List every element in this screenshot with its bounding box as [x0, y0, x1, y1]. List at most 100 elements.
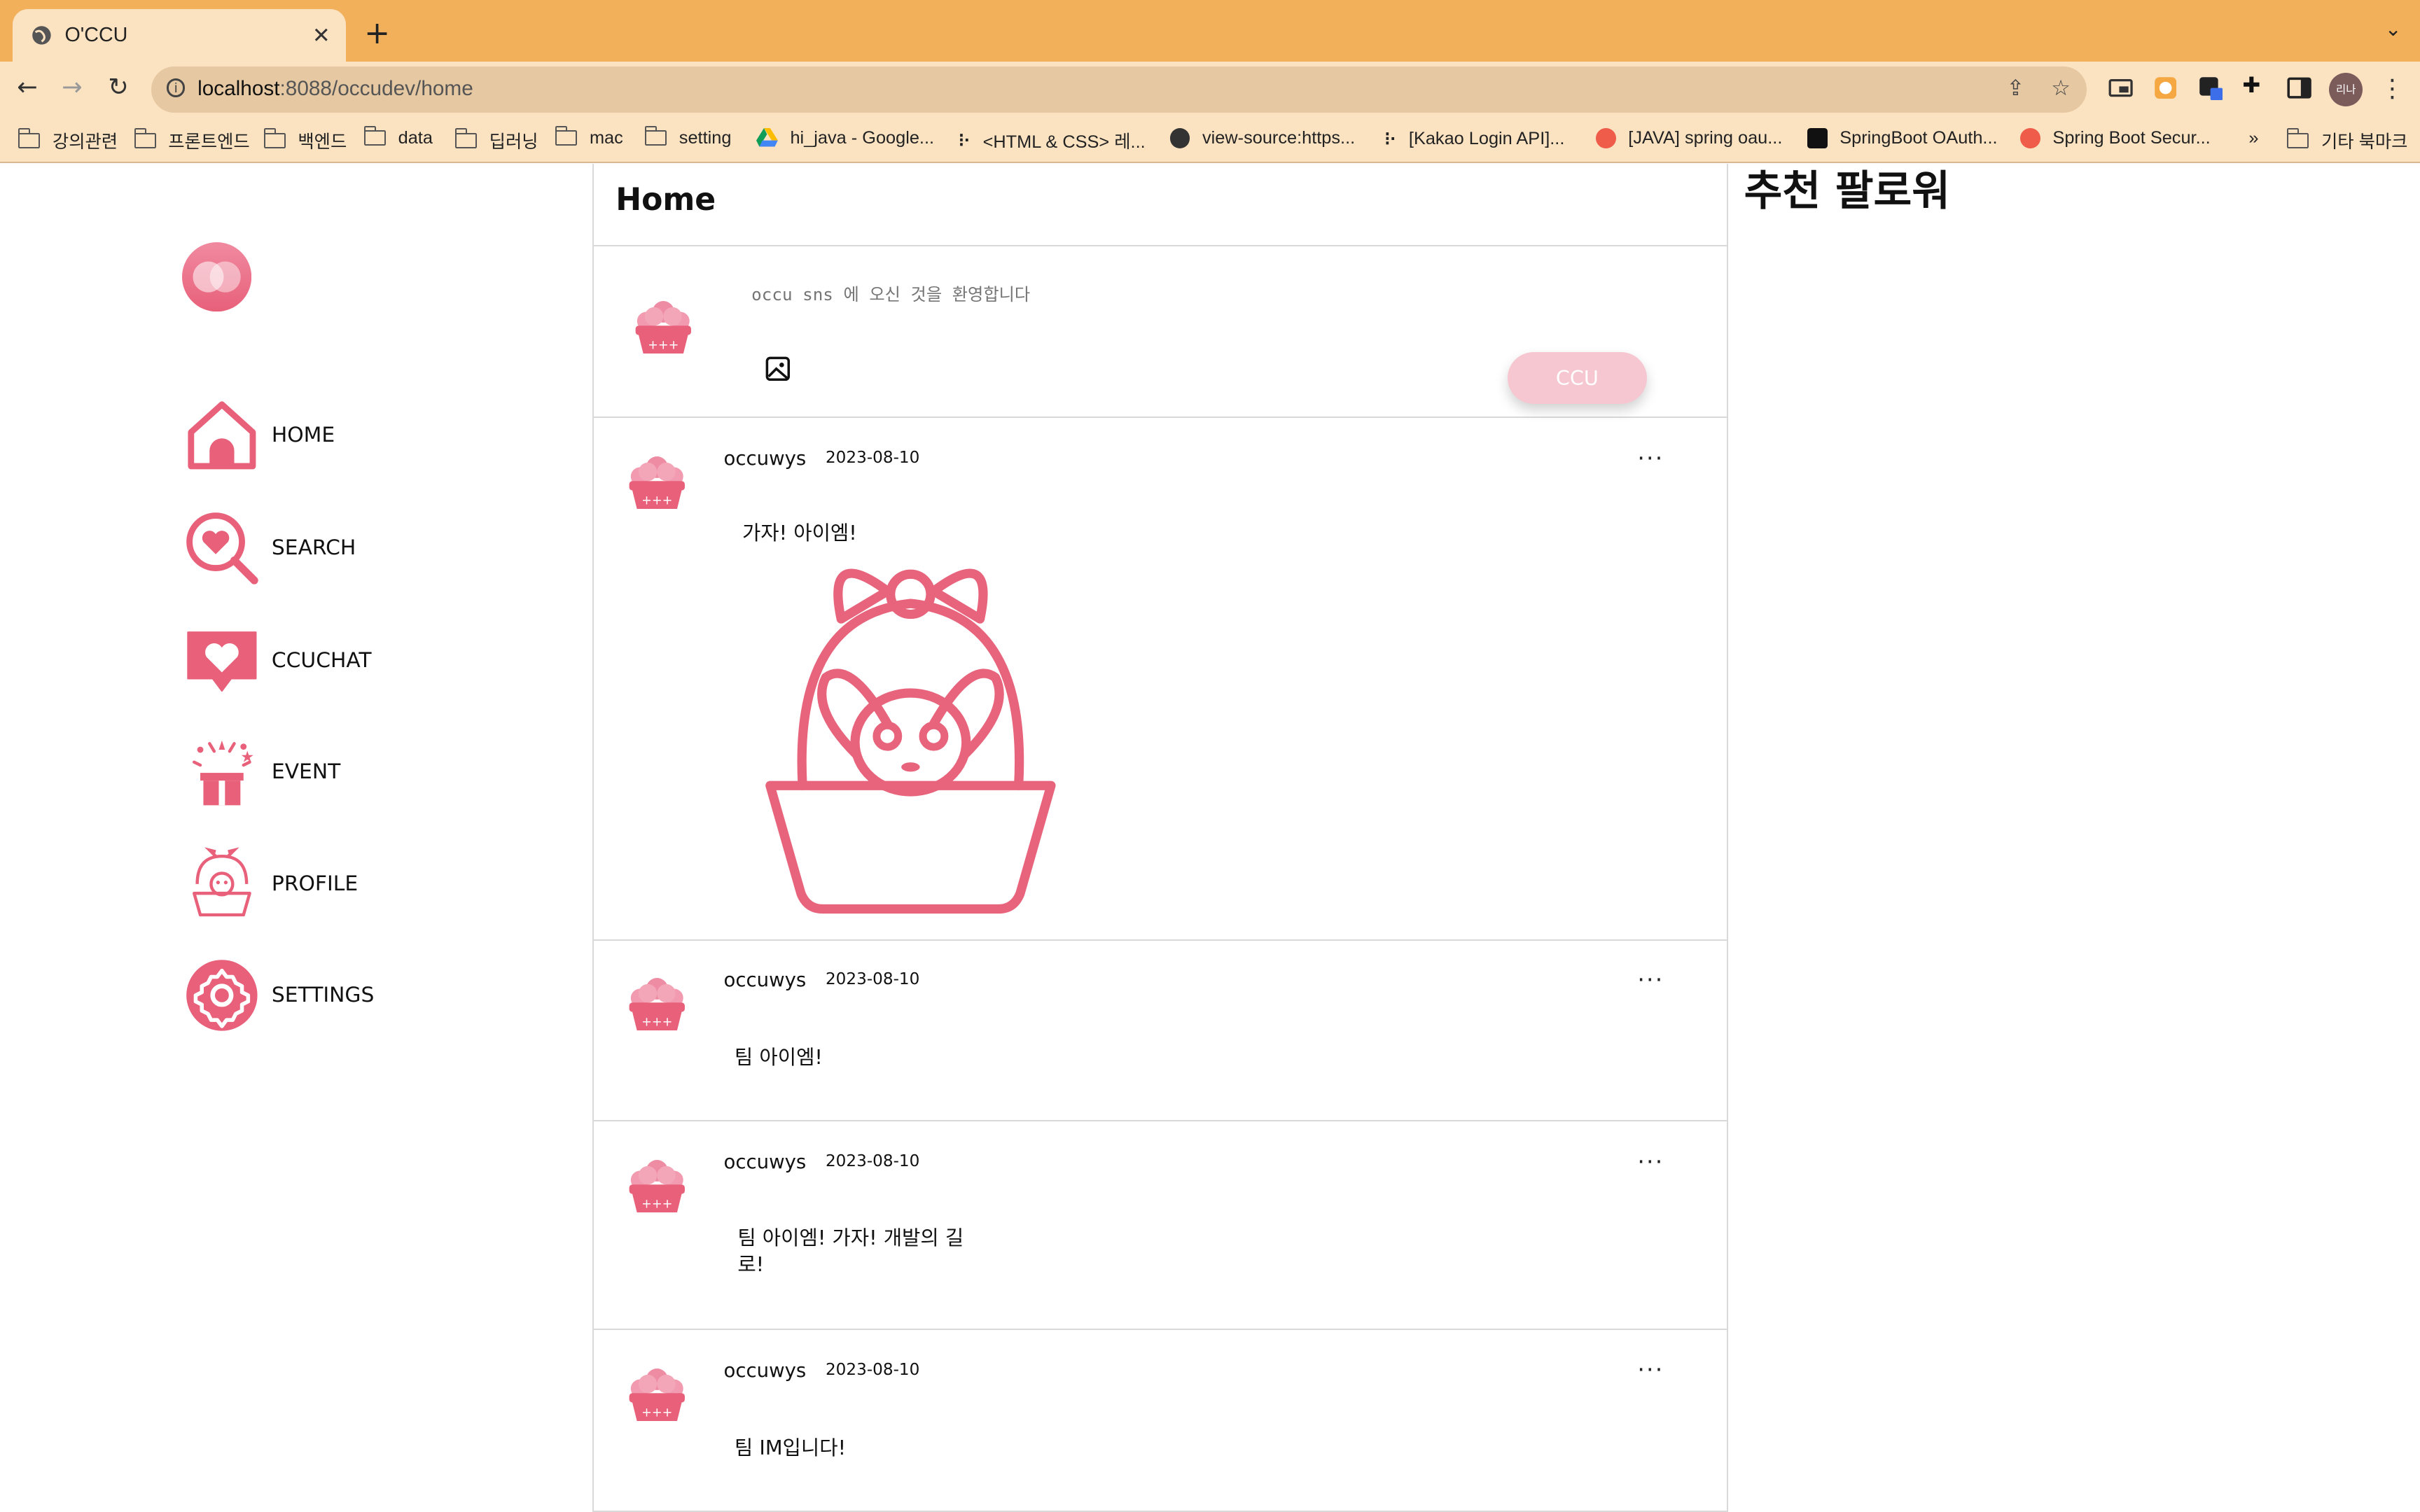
post-date: 2023-08-10 [825, 970, 920, 989]
sidebar-item-home[interactable]: HOME [185, 398, 335, 472]
user-avatar [631, 293, 696, 358]
gift-icon: ★ [193, 740, 255, 806]
sidebar-item-label: SEARCH [271, 535, 356, 560]
star-icon[interactable]: ☆ [2051, 76, 2071, 101]
feed-post: occuwys 2023-08-10 ··· 가자! 아이엠! [594, 418, 1727, 941]
more-options-icon[interactable]: ··· [1637, 444, 1664, 472]
sidebar-item-profile[interactable]: PROFILE [185, 847, 358, 921]
sidebar: HOME SEARCH CCUCHAT ★ EVENT PROFILE SETT… [0, 164, 592, 1512]
bookmark-folder[interactable]: 딥러닝 [454, 128, 538, 153]
reload-icon[interactable]: ↻ [108, 73, 129, 102]
dots-icon: ⁝· [1384, 127, 1397, 149]
post-content: 팀 IM입니다! [734, 1435, 847, 1460]
bunny-basket-image [765, 568, 1056, 913]
bookmark-link[interactable]: SpringBoot OAuth... [1807, 128, 1998, 148]
sidebar-item-ccuchat[interactable]: CCUCHAT [185, 623, 372, 697]
other-bookmarks[interactable]: 기타 북마크 [2287, 128, 2407, 153]
medium-icon [1807, 128, 1828, 148]
bookmark-folder[interactable]: setting [645, 125, 731, 148]
browser-menu-icon[interactable]: ⋮ [2380, 74, 2405, 103]
bookmark-link[interactable]: ⁝· [Kakao Login API]... [1384, 128, 1564, 150]
feed-header: Home [594, 164, 1727, 247]
folder-icon [454, 128, 478, 148]
url-text: localhost:8088/occudev/home [197, 77, 473, 101]
ccu-submit-button[interactable]: CCU [1508, 351, 1647, 405]
tistory-icon [1596, 128, 1616, 148]
bookmark-folder[interactable]: 프론트엔드 [134, 128, 250, 153]
browser-toolbar: ← → ↻ i localhost:8088/occudev/home ⇪ ☆ … [0, 62, 2420, 118]
address-bar[interactable]: i localhost:8088/occudev/home ⇪ ☆ [151, 66, 2087, 113]
page-title: Home [616, 182, 716, 218]
bookmark-folder[interactable]: 강의관련 [18, 128, 118, 153]
side-panel-icon[interactable] [2287, 76, 2312, 100]
close-icon[interactable]: ✕ [312, 23, 331, 48]
more-options-icon[interactable]: ··· [1637, 1148, 1664, 1175]
post-content: 팀 아이엠! [734, 1045, 823, 1070]
feed-post: occuwys 2023-08-10 ··· 팀 아이엠! 가자! 개발의 길로… [594, 1121, 1727, 1330]
post-avatar [625, 449, 690, 514]
browser-tab[interactable]: O'CCU ✕ [12, 9, 346, 62]
drive-icon [756, 128, 778, 147]
more-options-icon[interactable]: ··· [1637, 966, 1664, 993]
sidebar-item-label: EVENT [271, 759, 341, 784]
home-icon [188, 401, 256, 470]
image-upload-icon[interactable] [764, 355, 792, 383]
bookmarks-overflow[interactable]: » [2248, 128, 2258, 148]
post-avatar [625, 1152, 690, 1217]
bookmark-link[interactable]: Spring Boot Secur... [2020, 128, 2211, 148]
recommended-followers-title: 추천 팔로워 [1744, 167, 1951, 216]
puzzle-icon[interactable]: ✚ [2243, 73, 2267, 98]
chevron-down-icon[interactable]: ⌄ [2385, 17, 2402, 41]
bookmark-link[interactable]: ⁝· <HTML & CSS> 레... [959, 128, 1146, 153]
search-heart-icon [186, 512, 259, 584]
folder-icon [2287, 128, 2309, 148]
post-author[interactable]: occuwys [724, 447, 807, 470]
sidebar-item-label: SETTINGS [271, 983, 375, 1008]
share-icon[interactable]: ⇪ [2006, 76, 2024, 101]
extension-orange-icon[interactable] [2153, 76, 2178, 100]
post-avatar [625, 1361, 690, 1426]
site-info-icon[interactable]: i [167, 78, 186, 97]
bookmarks-bar: 강의관련 프론트엔드 백엔드 data 딥러닝 mac setting hi_j… [0, 117, 2420, 164]
post-input[interactable] [748, 277, 1434, 330]
forward-arrow-icon[interactable]: → [62, 73, 83, 102]
folder-icon [555, 125, 578, 146]
globe-icon [32, 26, 51, 45]
chat-heart-icon [187, 631, 257, 692]
bookmark-link[interactable]: view-source:https... [1169, 128, 1355, 148]
main-feed: Home CCU occuwys 2023-08-10 ··· 가자! 아이엠! [592, 163, 1729, 1512]
bookmark-link[interactable]: [JAVA] spring oau... [1596, 128, 1782, 148]
sidebar-item-label: HOME [271, 423, 335, 448]
folder-icon [263, 128, 286, 148]
folder-icon [134, 128, 156, 148]
dots-icon: ⁝· [958, 130, 971, 151]
post-author[interactable]: occuwys [724, 1151, 807, 1173]
post-author[interactable]: occuwys [724, 1359, 807, 1382]
sidebar-item-label: PROFILE [271, 872, 359, 897]
bookmark-folder[interactable]: data [363, 125, 433, 148]
bookmark-folder[interactable]: 백엔드 [263, 128, 347, 153]
post-avatar [625, 970, 690, 1035]
sidebar-item-search[interactable]: SEARCH [185, 511, 356, 585]
occu-logo[interactable] [182, 242, 252, 312]
sidebar-item-label: CCUCHAT [271, 648, 372, 673]
sidebar-item-settings[interactable]: SETTINGS [185, 958, 374, 1032]
folder-icon [645, 125, 667, 146]
extension-dark-icon[interactable] [2198, 76, 2223, 101]
new-tab-icon[interactable]: + [364, 15, 390, 51]
profile-avatar[interactable]: 리나 [2328, 72, 2363, 107]
feed-post: occuwys 2023-08-10 ··· 팀 IM입니다! [594, 1330, 1727, 1512]
back-arrow-icon[interactable]: ← [17, 73, 38, 102]
bookmark-folder[interactable]: mac [555, 125, 623, 148]
bunny-basket-icon [193, 847, 252, 917]
folder-icon [363, 125, 386, 146]
post-content: 가자! 아이엠! [742, 520, 857, 545]
picture-in-picture-icon[interactable] [2108, 76, 2133, 100]
sidebar-item-event[interactable]: ★ EVENT [185, 734, 340, 808]
bookmark-link[interactable]: hi_java - Google... [756, 128, 934, 148]
more-options-icon[interactable]: ··· [1637, 1356, 1664, 1383]
post-author[interactable]: occuwys [724, 969, 807, 991]
post-content: 팀 아이엠! 가자! 개발의 길로! [737, 1226, 964, 1276]
post-date: 2023-08-10 [825, 1152, 920, 1171]
browser-tabstrip: O'CCU ✕ + ⌄ [0, 0, 2420, 62]
